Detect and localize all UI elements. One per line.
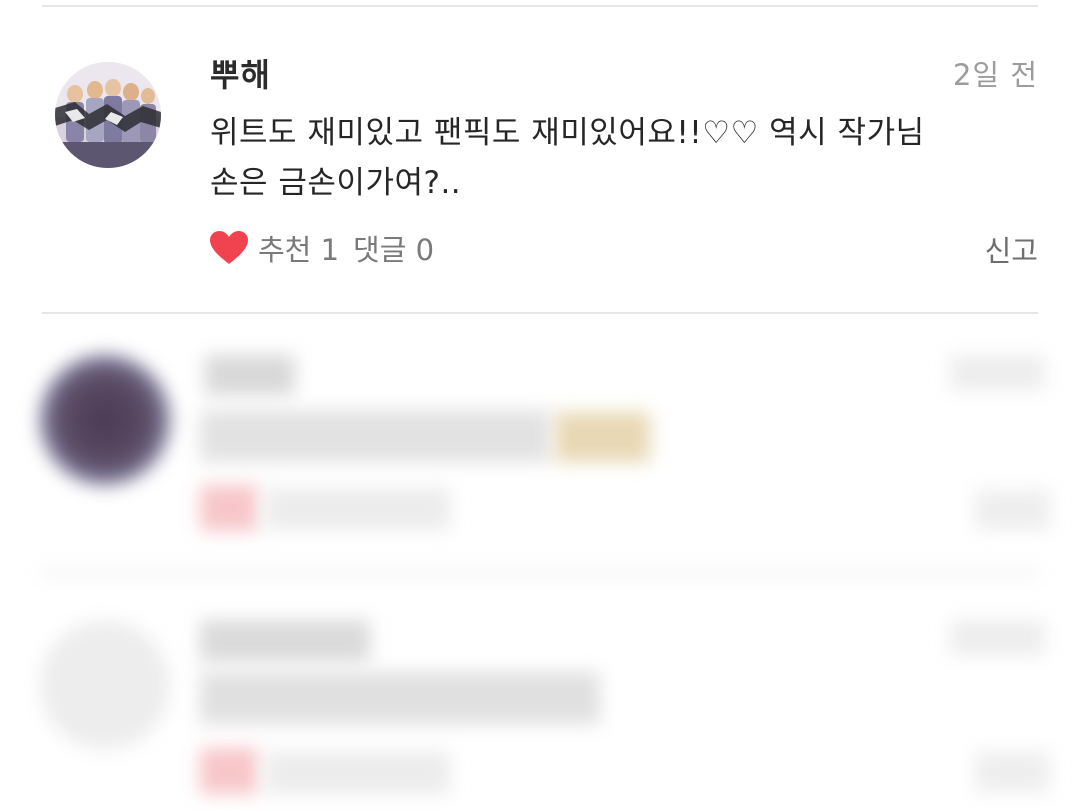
blurred-actions bbox=[265, 752, 450, 794]
blurred-actions bbox=[265, 488, 450, 530]
comment-text: 위트도 재미있고 팬픽도 재미있어요!!♡♡ 역시 작가님 손은 금손이가여?.… bbox=[210, 108, 1030, 208]
blurred-heart bbox=[200, 748, 258, 794]
comment-text-line: 손은 금손이가여?.. bbox=[210, 165, 462, 201]
heart-icon[interactable] bbox=[210, 231, 248, 265]
avatar[interactable] bbox=[55, 62, 161, 168]
blurred-author bbox=[205, 355, 295, 395]
comment-timestamp: 2일 전 bbox=[952, 58, 1038, 92]
blurred-report bbox=[975, 752, 1050, 792]
blurred-divider bbox=[40, 570, 1040, 576]
avatar-image bbox=[55, 62, 161, 168]
comment-divider bbox=[42, 312, 1038, 314]
blurred-timestamp bbox=[950, 620, 1045, 655]
blurred-author bbox=[200, 620, 370, 662]
blurred-avatar bbox=[40, 620, 170, 750]
comment-item: 뿌해 2일 전 위트도 재미있고 팬픽도 재미있어요!!♡♡ 역시 작가님 손은… bbox=[0, 0, 1080, 312]
blurred-report bbox=[975, 490, 1050, 530]
blurred-emoji bbox=[555, 412, 650, 462]
blurred-avatar bbox=[40, 355, 170, 485]
comment-list: 뿌해 2일 전 위트도 재미있고 팬픽도 재미있어요!!♡♡ 역시 작가님 손은… bbox=[0, 0, 1080, 810]
blurred-text bbox=[200, 672, 600, 724]
blurred-text bbox=[200, 410, 550, 462]
report-button[interactable]: 신고 bbox=[985, 228, 1038, 270]
author-name[interactable]: 뿌해 bbox=[210, 50, 271, 96]
blurred-heart bbox=[200, 485, 258, 531]
blurred-timestamp bbox=[950, 355, 1045, 390]
like-count-button[interactable]: 추천 1 bbox=[258, 227, 339, 269]
comment-text-line: 위트도 재미있고 팬픽도 재미있어요!!♡♡ 역시 작가님 bbox=[210, 115, 925, 151]
comment-actions: 추천 1 댓글 0 bbox=[210, 226, 434, 270]
reply-count-button[interactable]: 댓글 0 bbox=[353, 227, 434, 269]
